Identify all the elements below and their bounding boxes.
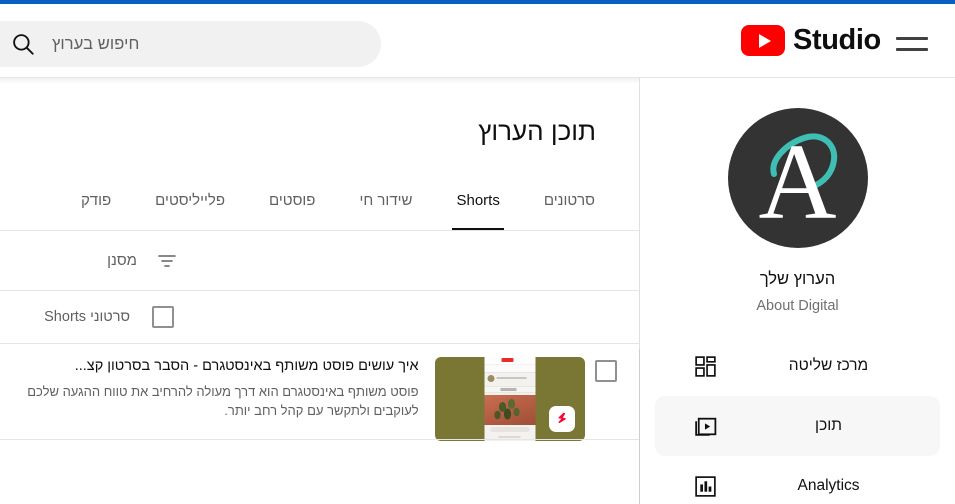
channel-content-panel: תוכן הערוץ סרטונים Shorts שידור חי פוסטי… xyxy=(0,84,639,504)
content-tabs: סרטונים Shorts שידור חי פוסטים פלייליסטי… xyxy=(0,184,639,231)
youtube-studio-page: חיפוש בערוץ Studio תוכן הערוץ סרטונים Sh… xyxy=(0,0,955,504)
video-thumbnail[interactable] xyxy=(434,357,585,441)
channel-handle: About Digital xyxy=(756,298,839,314)
sidebar-nav: מרכז שליטה תוכן Analytics xyxy=(640,336,955,504)
select-all-checkbox[interactable] xyxy=(152,306,174,328)
sidebar-item-label: תוכן xyxy=(815,417,842,434)
youtube-studio-logo[interactable]: Studio xyxy=(741,25,881,56)
avatar[interactable]: A xyxy=(727,108,868,248)
video-description: פוסט משותף באינסטגרם הוא דרך מעולה להרחי… xyxy=(27,383,419,419)
tab-podcasts[interactable]: פודק xyxy=(59,184,133,231)
sidebar: A הערוץ שלך About Digital מרכז שליטה תוכ… xyxy=(640,78,955,504)
sidebar-item-content[interactable]: תוכן xyxy=(655,396,940,456)
search-placeholder-text: חיפוש בערוץ xyxy=(52,34,140,53)
tab-playlists[interactable]: פלייליסטים xyxy=(133,184,247,231)
table-header-divider xyxy=(0,343,639,344)
filter-row: מסנן xyxy=(0,231,639,290)
search-icon xyxy=(10,31,36,57)
video-title[interactable]: איך עושים פוסט משותף באינסטגרם - הסבר בס… xyxy=(6,357,419,377)
youtube-play-icon xyxy=(741,25,785,56)
tab-shorts[interactable]: Shorts xyxy=(434,184,521,231)
video-text-cell: איך עושים פוסט משותף באינסטגרם - הסבר בס… xyxy=(0,357,435,421)
tab-videos[interactable]: סרטונים xyxy=(522,184,617,231)
tab-posts[interactable]: פוסטים xyxy=(247,184,337,231)
row-select-checkbox[interactable] xyxy=(595,360,618,382)
avatar-letter: A xyxy=(758,122,837,242)
sidebar-item-label: מרכז שליטה xyxy=(788,357,869,374)
filter-label[interactable]: מסנן xyxy=(107,252,137,269)
tab-live[interactable]: שידור חי xyxy=(337,184,434,231)
column-header-shorts: סרטוני Shorts xyxy=(44,309,130,325)
thumbnail-phone-screenshot xyxy=(484,357,536,441)
table-row[interactable]: איך עושים פוסט משותף באינסטגרם - הסבר בס… xyxy=(0,345,639,441)
shorts-badge-icon xyxy=(548,406,575,432)
page-title: תוכן הערוץ xyxy=(478,116,596,146)
row-checkbox-cell xyxy=(585,357,628,382)
sidebar-item-label: Analytics xyxy=(797,477,860,494)
channel-avatar: A xyxy=(727,108,868,248)
sidebar-item-analytics[interactable]: Analytics xyxy=(655,456,940,504)
sidebar-item-dashboard[interactable]: מרכז שליטה xyxy=(655,336,940,396)
hamburger-menu-icon[interactable] xyxy=(896,30,928,58)
search-input[interactable]: חיפוש בערוץ xyxy=(0,21,381,67)
table-row-divider xyxy=(0,439,639,440)
studio-wordmark: Studio xyxy=(793,24,881,56)
your-channel-label: הערוץ שלך xyxy=(759,270,836,288)
filter-icon[interactable] xyxy=(155,249,179,273)
table-header-row: סרטוני Shorts xyxy=(0,291,639,343)
masthead: חיפוש בערוץ Studio xyxy=(0,4,955,77)
